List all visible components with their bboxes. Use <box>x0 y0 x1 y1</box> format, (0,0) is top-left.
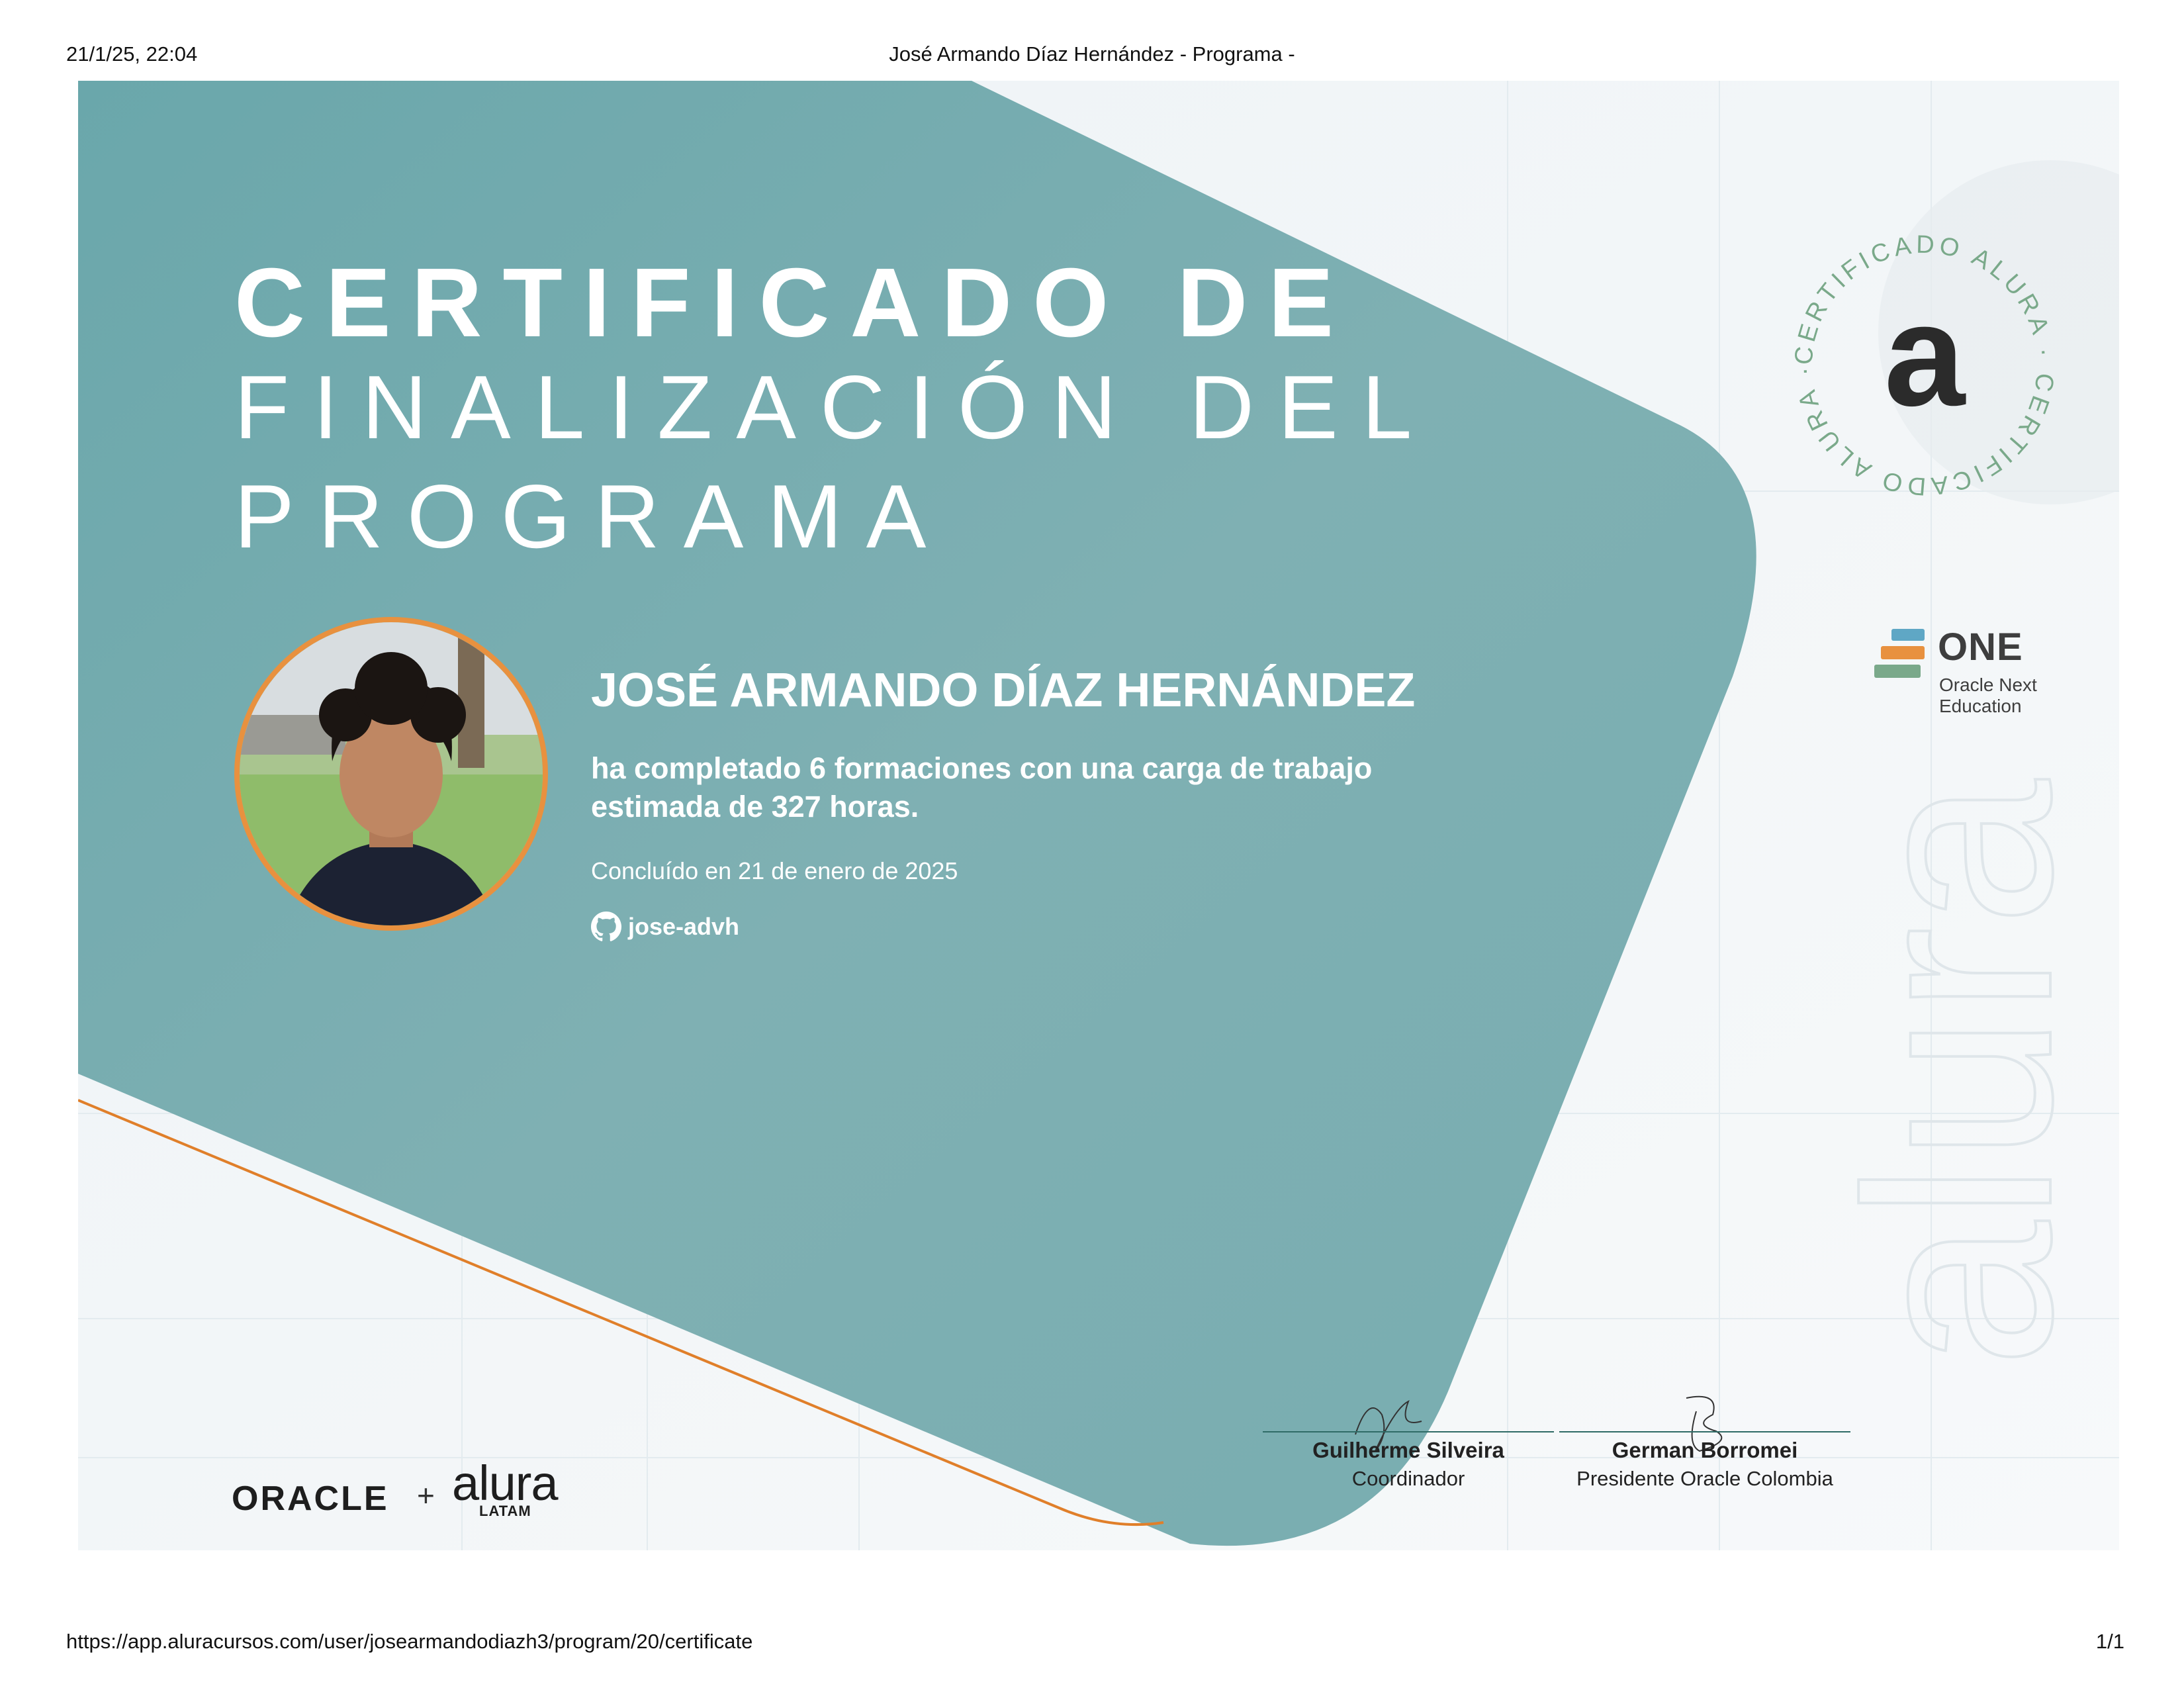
signature-line <box>1559 1431 1850 1432</box>
signature-line <box>1263 1431 1554 1432</box>
certificate-title-line1: CERTIFICADO DE <box>234 248 1354 357</box>
signer-role: Coordinador <box>1351 1467 1465 1490</box>
student-name: JOSÉ ARMANDO DÍAZ HERNÁNDEZ <box>591 664 1416 717</box>
description-line1: ha completado 6 formaciones con una carg… <box>591 751 1373 785</box>
print-header: 21/1/25, 22:04 José Armando Díaz Hernánd… <box>0 42 2184 69</box>
one-logo-subtitle: Oracle Next Education <box>1939 675 2037 716</box>
print-page-number: 1/1 <box>2095 1630 2124 1653</box>
signer-name: German Borromei <box>1612 1438 1798 1462</box>
signer-role: Presidente Oracle Colombia <box>1576 1467 1833 1490</box>
alura-watermark: alura <box>1811 778 2107 1368</box>
github-icon <box>591 912 621 941</box>
signature-block-1: Guilherme Silveira Coordinador <box>1250 1431 1567 1491</box>
description-line2: estimada de 327 horas. <box>591 790 919 823</box>
one-logo-icon <box>1874 629 1925 678</box>
signature-block-2: German Borromei Presidente Oracle Colomb… <box>1539 1431 1870 1491</box>
student-photo <box>234 617 548 931</box>
seal-letter: a <box>1884 273 1966 436</box>
signer-name: Guilherme Silveira <box>1312 1438 1504 1462</box>
certificate: alura CERTIFICADO DE FINALIZACIÓN DEL PR… <box>78 81 2119 1550</box>
alura-latam: LATAM <box>479 1503 531 1519</box>
completion-date: Concluído en 21 de enero de 2025 <box>591 857 958 884</box>
achievement-description: ha completado 6 formaciones con una carg… <box>591 749 1518 826</box>
partners-plus: + <box>417 1478 435 1513</box>
github-username: jose-advh <box>628 913 740 940</box>
print-url: https://app.aluracursos.com/user/josearm… <box>66 1630 753 1653</box>
alura-seal: CERTIFICADO ALURA · CERTIFICADO ALURA · … <box>1790 231 2055 500</box>
oracle-logo: ORACLE <box>232 1479 389 1518</box>
github-handle[interactable]: jose-advh <box>591 912 739 942</box>
print-footer: https://app.aluracursos.com/user/josearm… <box>0 1630 2184 1656</box>
certificate-title-line3: PROGRAMA <box>234 466 950 567</box>
print-page-title: José Armando Díaz Hernández - Programa - <box>889 42 1295 66</box>
one-logo-word: ONE <box>1938 626 2023 669</box>
certificate-title-line2: FINALIZACIÓN DEL <box>234 357 1436 457</box>
